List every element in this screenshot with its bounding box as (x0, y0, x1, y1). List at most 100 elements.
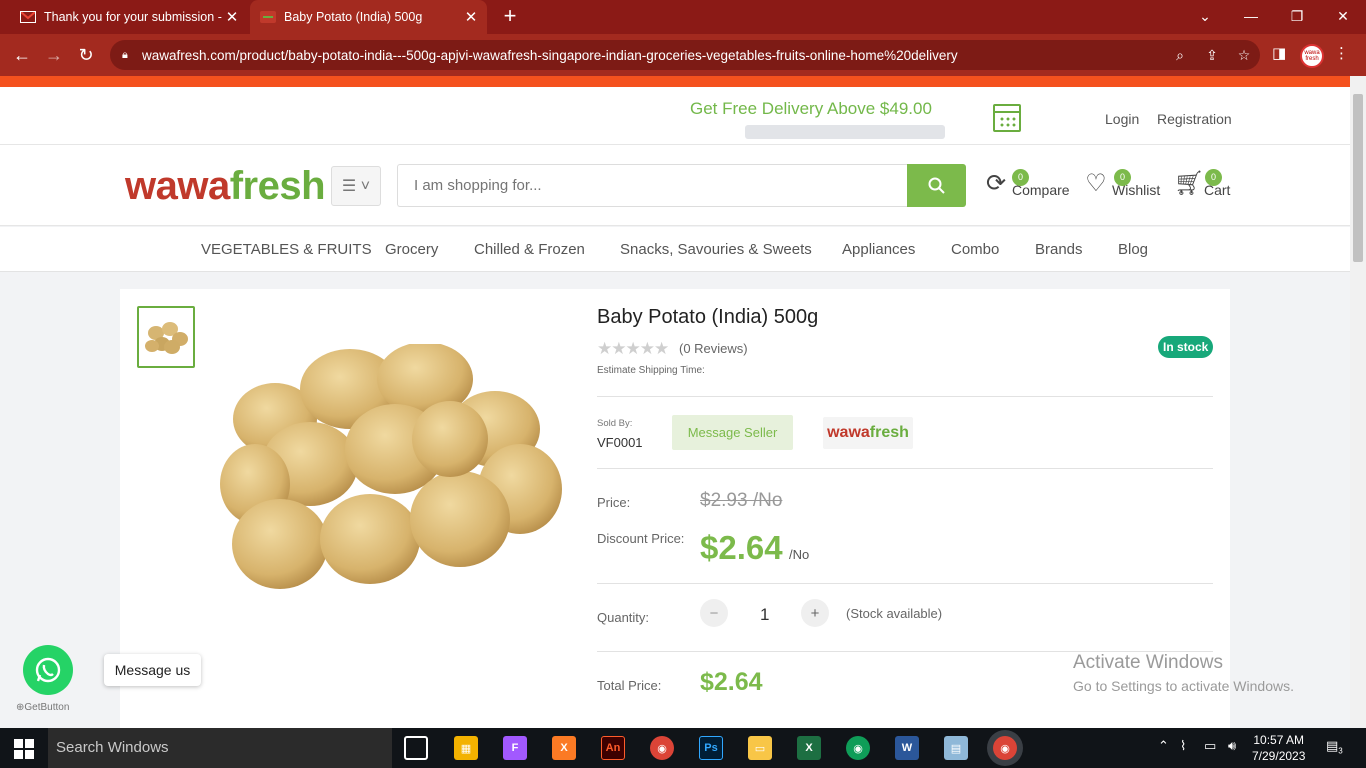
category-nav: VEGETABLES & FRUITS Grocery Chilled & Fr… (0, 227, 1350, 272)
taskbar-clock[interactable]: 10:57 AM 7/29/2023 (1252, 732, 1305, 764)
tab-title: Thank you for your submission - (44, 10, 222, 24)
share-icon[interactable]: ⇪ (1196, 47, 1228, 64)
seller-logo[interactable]: wawa fresh (823, 417, 913, 449)
tray-chevron-icon[interactable]: ⌃ (1158, 738, 1169, 754)
browser-toolbar: ← → ↻ 🔒︎ wawafresh.com/product/baby-pota… (0, 34, 1366, 76)
product-thumbnail[interactable] (137, 306, 195, 368)
site-header: wawafresh ☰ ˅ ⟳ 0 Compare ♡ 0 Wishlist 🛒… (0, 145, 1350, 226)
compare-link[interactable]: ⟳ 0 Compare (982, 169, 1070, 198)
category-blog[interactable]: Blog (1118, 241, 1148, 258)
category-brands[interactable]: Brands (1035, 241, 1083, 258)
wishlist-link[interactable]: ♡ 0 Wishlist (1082, 169, 1160, 198)
tab-search-chevron-icon[interactable]: ⌄ (1182, 0, 1228, 32)
sold-by-label: Sold By: (597, 418, 633, 429)
back-arrow-icon[interactable]: ← (8, 42, 36, 68)
chrome-icon[interactable]: ◉ (650, 736, 674, 760)
calendar-icon[interactable] (993, 104, 1021, 132)
wishlist-count: 0 (1114, 169, 1131, 186)
bookmark-star-icon[interactable]: ☆ (1228, 47, 1260, 64)
tab-product[interactable]: Baby Potato (India) 500g ✕ (250, 0, 487, 34)
new-tab-button[interactable]: + (499, 5, 521, 27)
category-grocery[interactable]: Grocery (385, 241, 438, 258)
url-text: wawafresh.com/product/baby-potato-india-… (142, 47, 958, 63)
search-icon (928, 177, 945, 194)
whatsapp-icon (35, 657, 61, 683)
xampp-icon[interactable]: X (552, 736, 576, 760)
gmail-icon (20, 9, 36, 25)
battery-icon[interactable]: ▭ (1204, 738, 1216, 754)
network-icon[interactable]: ⌇ (1180, 738, 1186, 754)
close-tab-icon[interactable]: ✕ (461, 8, 481, 26)
figma-icon[interactable]: F (503, 736, 527, 760)
search-input[interactable] (397, 164, 908, 207)
chrome-profile-icon[interactable]: ◉ (846, 736, 870, 760)
task-view-icon[interactable] (404, 736, 428, 760)
category-vegetables-fruits[interactable]: VEGETABLES & FRUITS (201, 241, 372, 258)
category-combo[interactable]: Combo (951, 241, 999, 258)
total-price: $2.64 (700, 668, 763, 696)
wawafresh-logo[interactable]: wawafresh (125, 165, 326, 207)
divider (597, 583, 1213, 584)
category-snacks[interactable]: Snacks, Savouries & Sweets (620, 241, 812, 258)
quantity-label: Quantity: (597, 610, 650, 625)
address-bar[interactable]: 🔒︎ wawafresh.com/product/baby-potato-ind… (110, 40, 1260, 70)
rating-stars: ★★★★★ (597, 339, 669, 358)
volume-icon[interactable]: 🔊︎ (1228, 738, 1236, 754)
hamburger-icon: ☰ ˅ (341, 178, 371, 195)
category-chilled-frozen[interactable]: Chilled & Frozen (474, 241, 585, 258)
site-topbar: Get Free Delivery Above $49.00 Login Reg… (0, 87, 1350, 145)
tab-gmail[interactable]: Thank you for your submission - ✕ (10, 0, 248, 34)
browser-tab-strip: Thank you for your submission - ✕ Baby P… (0, 0, 1366, 34)
product-title: Baby Potato (India) 500g (597, 306, 819, 328)
price-unit: /No (789, 547, 810, 562)
getbutton-credit[interactable]: ⊕GetButton (16, 702, 69, 713)
quantity-decrease-button[interactable]: − (700, 599, 728, 627)
price-label: Price: (597, 495, 631, 510)
side-panel-icon[interactable]: ◨ (1272, 44, 1286, 62)
activate-windows-watermark: Activate Windows Go to Settings to activ… (1073, 652, 1294, 694)
notepad-icon[interactable]: ▤ (944, 736, 968, 760)
animate-icon[interactable]: An (601, 736, 625, 760)
product-image (220, 344, 562, 589)
free-delivery-text: Get Free Delivery Above $49.00 (690, 99, 932, 118)
quantity-value[interactable]: 1 (760, 605, 769, 625)
file-explorer-icon[interactable]: ▭ (748, 736, 772, 760)
whatsapp-message-bubble[interactable]: Message us (104, 654, 201, 686)
cart-link[interactable]: 🛒︎ 0 Cart (1174, 169, 1230, 198)
word-icon[interactable]: W (895, 736, 919, 760)
heart-icon: ♡ (1085, 170, 1107, 197)
close-window-button[interactable]: ✕ (1320, 0, 1366, 32)
cart-count: 0 (1205, 169, 1222, 186)
notification-icon[interactable]: ▤3 (1326, 738, 1343, 756)
minimize-button[interactable]: — (1228, 0, 1274, 32)
chrome-menu-icon[interactable]: ⋮ (1334, 44, 1349, 62)
registration-link[interactable]: Registration (1157, 111, 1232, 127)
page-scrollbar[interactable] (1350, 76, 1366, 728)
excel-icon[interactable]: X (797, 736, 821, 760)
category-appliances[interactable]: Appliances (842, 241, 915, 258)
search-button[interactable] (907, 164, 966, 207)
message-seller-button[interactable]: Message Seller (672, 415, 793, 450)
review-count[interactable]: (0 Reviews) (679, 341, 748, 356)
photoshop-icon[interactable]: Ps (699, 736, 723, 760)
taskbar-search[interactable]: Search Windows (48, 728, 392, 768)
chrome-active-icon[interactable]: ◉ (993, 736, 1017, 760)
tab-title: Baby Potato (India) 500g (284, 10, 423, 24)
windows-start-icon[interactable] (14, 739, 34, 759)
login-link[interactable]: Login (1105, 111, 1139, 127)
store-icon[interactable]: ▦ (454, 736, 478, 760)
forward-arrow-icon[interactable]: → (40, 42, 68, 68)
divider (597, 396, 1213, 397)
restore-button[interactable]: ❐ (1274, 0, 1320, 32)
compare-icon: ⟳ (985, 170, 1007, 197)
promo-strip (0, 76, 1350, 87)
profile-avatar[interactable]: wawa fresh (1300, 44, 1324, 68)
category-menu-button[interactable]: ☰ ˅ (331, 166, 381, 206)
wawafresh-favicon (260, 9, 276, 25)
search-icon[interactable]: ⌕ (1164, 47, 1196, 64)
divider (597, 468, 1213, 469)
whatsapp-button[interactable] (23, 645, 73, 695)
close-tab-icon[interactable]: ✕ (222, 8, 242, 26)
reload-icon[interactable]: ↻ (72, 42, 100, 68)
quantity-increase-button[interactable]: + (801, 599, 829, 627)
